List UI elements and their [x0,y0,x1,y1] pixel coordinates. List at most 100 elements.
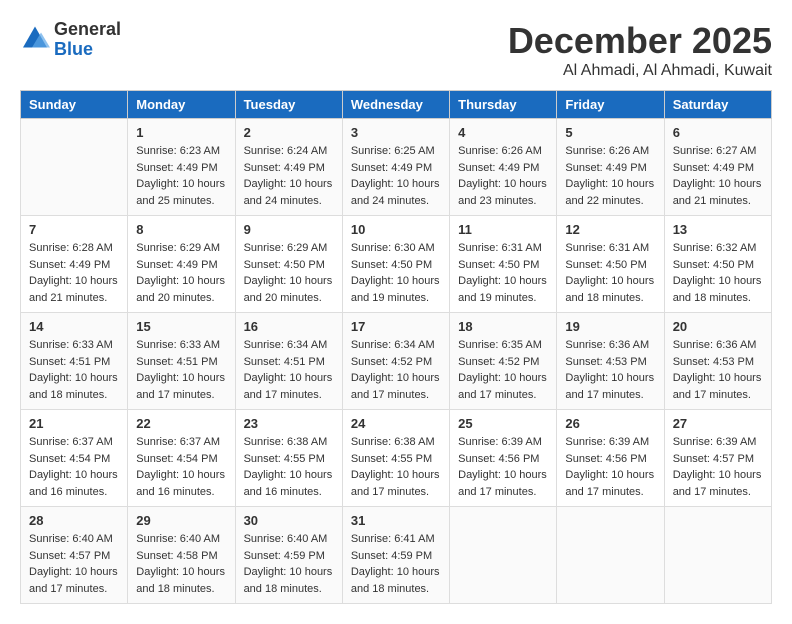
calendar-cell: 5 Sunrise: 6:26 AM Sunset: 4:49 PM Daylig… [557,119,664,216]
day-info: Sunrise: 6:33 AM Sunset: 4:51 PM Dayligh… [136,337,226,403]
day-info: Sunrise: 6:23 AM Sunset: 4:49 PM Dayligh… [136,143,226,209]
day-info: Sunrise: 6:29 AM Sunset: 4:50 PM Dayligh… [244,240,334,306]
page-title: December 2025 [508,20,772,62]
day-info: Sunrise: 6:30 AM Sunset: 4:50 PM Dayligh… [351,240,441,306]
day-info: Sunrise: 6:37 AM Sunset: 4:54 PM Dayligh… [29,434,119,500]
day-info: Sunrise: 6:29 AM Sunset: 4:49 PM Dayligh… [136,240,226,306]
calendar-cell: 30Sunrise: 6:40 AM Sunset: 4:59 PM Dayli… [235,507,342,604]
day-info: Sunrise: 6:36 AM Sunset: 4:53 PM Dayligh… [673,337,763,403]
day-number: 26 [565,416,655,431]
day-info: Sunrise: 6:40 AM Sunset: 4:57 PM Dayligh… [29,531,119,597]
day-info: Sunrise: 6:35 AM Sunset: 4:52 PM Dayligh… [458,337,548,403]
calendar-cell: 16 Sunrise: 6:34 AM Sunset: 4:51 PM Dayli… [235,313,342,410]
day-info: Sunrise: 6:28 AM Sunset: 4:49 PM Dayligh… [29,240,119,306]
logo-blue: Blue [54,40,121,60]
day-of-week-header: Friday [557,91,664,119]
day-info: Sunrise: 6:26 AM Sunset: 4:49 PM Dayligh… [458,143,548,209]
day-info: Sunrise: 6:34 AM Sunset: 4:51 PM Dayligh… [244,337,334,403]
day-number: 10 [351,222,441,237]
calendar-cell: 8Sunrise: 6:29 AM Sunset: 4:49 PM Daylig… [128,216,235,313]
day-of-week-header: Sunday [21,91,128,119]
day-number: 17 [351,319,441,334]
calendar-cell [21,119,128,216]
day-number: 14 [29,319,119,334]
day-info: Sunrise: 6:33 AM Sunset: 4:51 PM Dayligh… [29,337,119,403]
calendar-cell: 2Sunrise: 6:24 AM Sunset: 4:49 PM Daylig… [235,119,342,216]
calendar-cell: 9 Sunrise: 6:29 AM Sunset: 4:50 PM Daylig… [235,216,342,313]
day-number: 25 [458,416,548,431]
day-number: 11 [458,222,548,237]
day-number: 29 [136,513,226,528]
calendar-cell: 14 Sunrise: 6:33 AM Sunset: 4:51 PM Dayli… [21,313,128,410]
calendar-cell: 26 Sunrise: 6:39 AM Sunset: 4:56 PM Dayli… [557,410,664,507]
calendar-cell: 1 Sunrise: 6:23 AM Sunset: 4:49 PM Daylig… [128,119,235,216]
day-number: 4 [458,125,548,140]
day-number: 13 [673,222,763,237]
calendar-cell: 21 Sunrise: 6:37 AM Sunset: 4:54 PM Dayli… [21,410,128,507]
day-number: 5 [565,125,655,140]
calendar-cell: 3Sunrise: 6:25 AM Sunset: 4:49 PM Daylig… [342,119,449,216]
day-number: 24 [351,416,441,431]
day-info: Sunrise: 6:37 AM Sunset: 4:54 PM Dayligh… [136,434,226,500]
day-number: 16 [244,319,334,334]
calendar-cell: 4 Sunrise: 6:26 AM Sunset: 4:49 PM Daylig… [450,119,557,216]
calendar-cell: 23Sunrise: 6:38 AM Sunset: 4:55 PM Dayli… [235,410,342,507]
calendar-cell: 24 Sunrise: 6:38 AM Sunset: 4:55 PM Dayli… [342,410,449,507]
day-of-week-header: Saturday [664,91,771,119]
calendar-week-row: 21 Sunrise: 6:37 AM Sunset: 4:54 PM Dayli… [21,410,772,507]
calendar-cell: 18Sunrise: 6:35 AM Sunset: 4:52 PM Dayli… [450,313,557,410]
calendar-cell: 25 Sunrise: 6:39 AM Sunset: 4:56 PM Dayli… [450,410,557,507]
day-info: Sunrise: 6:31 AM Sunset: 4:50 PM Dayligh… [458,240,548,306]
day-number: 22 [136,416,226,431]
logo-text: General Blue [54,20,121,60]
day-number: 9 [244,222,334,237]
calendar-cell: 7Sunrise: 6:28 AM Sunset: 4:49 PM Daylig… [21,216,128,313]
title-area: December 2025 Al Ahmadi, Al Ahmadi, Kuwa… [508,20,772,80]
day-info: Sunrise: 6:40 AM Sunset: 4:58 PM Dayligh… [136,531,226,597]
calendar-cell: 11 Sunrise: 6:31 AM Sunset: 4:50 PM Dayli… [450,216,557,313]
calendar-cell: 13Sunrise: 6:32 AM Sunset: 4:50 PM Dayli… [664,216,771,313]
calendar-cell [450,507,557,604]
calendar-week-row: 14 Sunrise: 6:33 AM Sunset: 4:51 PM Dayli… [21,313,772,410]
day-info: Sunrise: 6:25 AM Sunset: 4:49 PM Dayligh… [351,143,441,209]
day-info: Sunrise: 6:39 AM Sunset: 4:56 PM Dayligh… [565,434,655,500]
day-number: 19 [565,319,655,334]
calendar-cell [664,507,771,604]
day-info: Sunrise: 6:31 AM Sunset: 4:50 PM Dayligh… [565,240,655,306]
logo: General Blue [20,20,121,60]
day-number: 28 [29,513,119,528]
calendar-week-row: 1 Sunrise: 6:23 AM Sunset: 4:49 PM Daylig… [21,119,772,216]
day-number: 30 [244,513,334,528]
day-info: Sunrise: 6:26 AM Sunset: 4:49 PM Dayligh… [565,143,655,209]
calendar-week-row: 7Sunrise: 6:28 AM Sunset: 4:49 PM Daylig… [21,216,772,313]
day-number: 1 [136,125,226,140]
calendar-cell: 31Sunrise: 6:41 AM Sunset: 4:59 PM Dayli… [342,507,449,604]
day-number: 6 [673,125,763,140]
calendar-week-row: 28 Sunrise: 6:40 AM Sunset: 4:57 PM Dayli… [21,507,772,604]
day-of-week-header: Wednesday [342,91,449,119]
day-info: Sunrise: 6:39 AM Sunset: 4:57 PM Dayligh… [673,434,763,500]
day-number: 12 [565,222,655,237]
calendar-cell: 17Sunrise: 6:34 AM Sunset: 4:52 PM Dayli… [342,313,449,410]
day-info: Sunrise: 6:38 AM Sunset: 4:55 PM Dayligh… [351,434,441,500]
page-subtitle: Al Ahmadi, Al Ahmadi, Kuwait [508,62,772,80]
calendar-cell: 29 Sunrise: 6:40 AM Sunset: 4:58 PM Dayli… [128,507,235,604]
day-info: Sunrise: 6:39 AM Sunset: 4:56 PM Dayligh… [458,434,548,500]
day-number: 21 [29,416,119,431]
day-of-week-header: Monday [128,91,235,119]
day-number: 2 [244,125,334,140]
logo-general: General [54,20,121,40]
calendar-cell: 6 Sunrise: 6:27 AM Sunset: 4:49 PM Daylig… [664,119,771,216]
calendar-cell: 19 Sunrise: 6:36 AM Sunset: 4:53 PM Dayli… [557,313,664,410]
calendar-cell: 10 Sunrise: 6:30 AM Sunset: 4:50 PM Dayli… [342,216,449,313]
day-of-week-header: Tuesday [235,91,342,119]
logo-icon [20,25,50,55]
calendar-cell: 20Sunrise: 6:36 AM Sunset: 4:53 PM Dayli… [664,313,771,410]
calendar-table: SundayMondayTuesdayWednesdayThursdayFrid… [20,90,772,604]
day-info: Sunrise: 6:27 AM Sunset: 4:49 PM Dayligh… [673,143,763,209]
calendar-cell: 15Sunrise: 6:33 AM Sunset: 4:51 PM Dayli… [128,313,235,410]
calendar-cell: 22 Sunrise: 6:37 AM Sunset: 4:54 PM Dayli… [128,410,235,507]
day-info: Sunrise: 6:38 AM Sunset: 4:55 PM Dayligh… [244,434,334,500]
calendar-cell [557,507,664,604]
day-info: Sunrise: 6:36 AM Sunset: 4:53 PM Dayligh… [565,337,655,403]
